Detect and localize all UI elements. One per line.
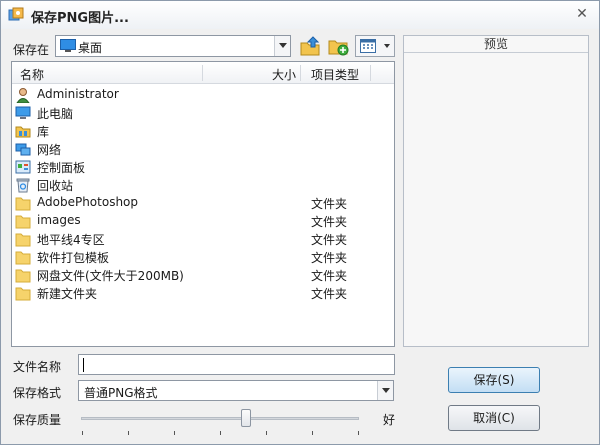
text-caret [83,358,84,372]
slider-tick [174,431,175,435]
save-dialog: 保存PNG图片... ✕ 保存在 桌面 预览 名称 大小 项目类型 Admini… [0,0,600,445]
folder-icon [15,197,31,211]
slider-tick [82,431,83,435]
format-dropdown[interactable]: 普通PNG格式 [78,380,394,401]
column-name[interactable]: 名称 [20,66,44,83]
slider-tick [128,431,129,435]
view-menu-button[interactable] [355,35,395,57]
save-button[interactable]: 保存(S) [448,367,540,393]
list-item[interactable]: 网盘文件(文件大于200MB) 文件夹 [12,266,394,284]
chevron-down-icon[interactable] [274,36,290,56]
quality-slider-track[interactable] [81,417,359,420]
folder-icon [15,215,31,229]
list-item[interactable]: Administrator [12,86,394,104]
list-item[interactable]: 网络 [12,140,394,158]
file-list[interactable]: 名称 大小 项目类型 Administrator 此电脑 库 网络 控制面板 回… [11,61,395,347]
folder-icon [15,233,31,247]
slider-tick [220,431,221,435]
list-item[interactable]: 控制面板 [12,158,394,176]
app-icon [8,7,24,21]
column-size[interactable]: 大小 [272,66,296,83]
file-list-header: 名称 大小 项目类型 [12,62,394,84]
close-button[interactable]: ✕ [571,4,593,24]
chevron-down-icon[interactable] [377,381,393,400]
list-item[interactable]: AdobePhotoshop 文件夹 [12,194,394,212]
control-panel-icon [15,160,31,174]
slider-tick [312,431,313,435]
up-folder-icon[interactable] [298,35,322,57]
column-divider [202,65,203,81]
list-item[interactable]: 回收站 [12,176,394,194]
new-folder-icon[interactable] [326,35,350,57]
folder-icon [15,269,31,283]
save-in-dropdown[interactable]: 桌面 [55,35,291,57]
column-divider [370,65,371,81]
list-item[interactable]: 新建文件夹 文件夹 [12,284,394,302]
format-label: 保存格式 [13,386,62,400]
list-item[interactable]: 此电脑 [12,104,394,122]
close-icon: ✕ [576,6,588,22]
folder-icon [15,251,31,265]
slider-tick [266,431,267,435]
cancel-button[interactable]: 取消(C) [448,405,540,431]
list-item[interactable]: 软件打包模板 文件夹 [12,248,394,266]
column-divider [300,65,301,81]
window-title: 保存PNG图片... [31,11,129,26]
filename-input[interactable] [78,354,395,375]
preview-panel: 预览 [403,35,589,347]
preview-title: 预览 [404,36,588,53]
filename-label: 文件名称 [13,360,62,374]
view-icon [360,39,376,53]
quality-label: 保存质量 [13,413,62,427]
quality-slider-thumb[interactable] [241,409,251,427]
desktop-icon [60,39,76,52]
network-icon [15,143,31,156]
format-value: 普通PNG格式 [84,386,158,400]
column-type[interactable]: 项目类型 [311,66,359,83]
list-item[interactable]: 地平线4专区 文件夹 [12,230,394,248]
library-icon [15,126,31,138]
save-in-value: 桌面 [78,41,103,55]
chevron-down-icon [384,44,390,48]
folder-icon [15,287,31,301]
recycle-bin-icon [16,178,30,193]
list-item[interactable]: images 文件夹 [12,212,394,230]
quality-end-label: 好 [383,413,396,427]
title-bar: 保存PNG图片... ✕ [1,1,599,29]
list-item[interactable]: 库 [12,122,394,140]
save-in-label: 保存在 [13,43,50,57]
user-icon [16,88,30,103]
computer-icon [15,106,31,119]
slider-tick [358,431,359,435]
